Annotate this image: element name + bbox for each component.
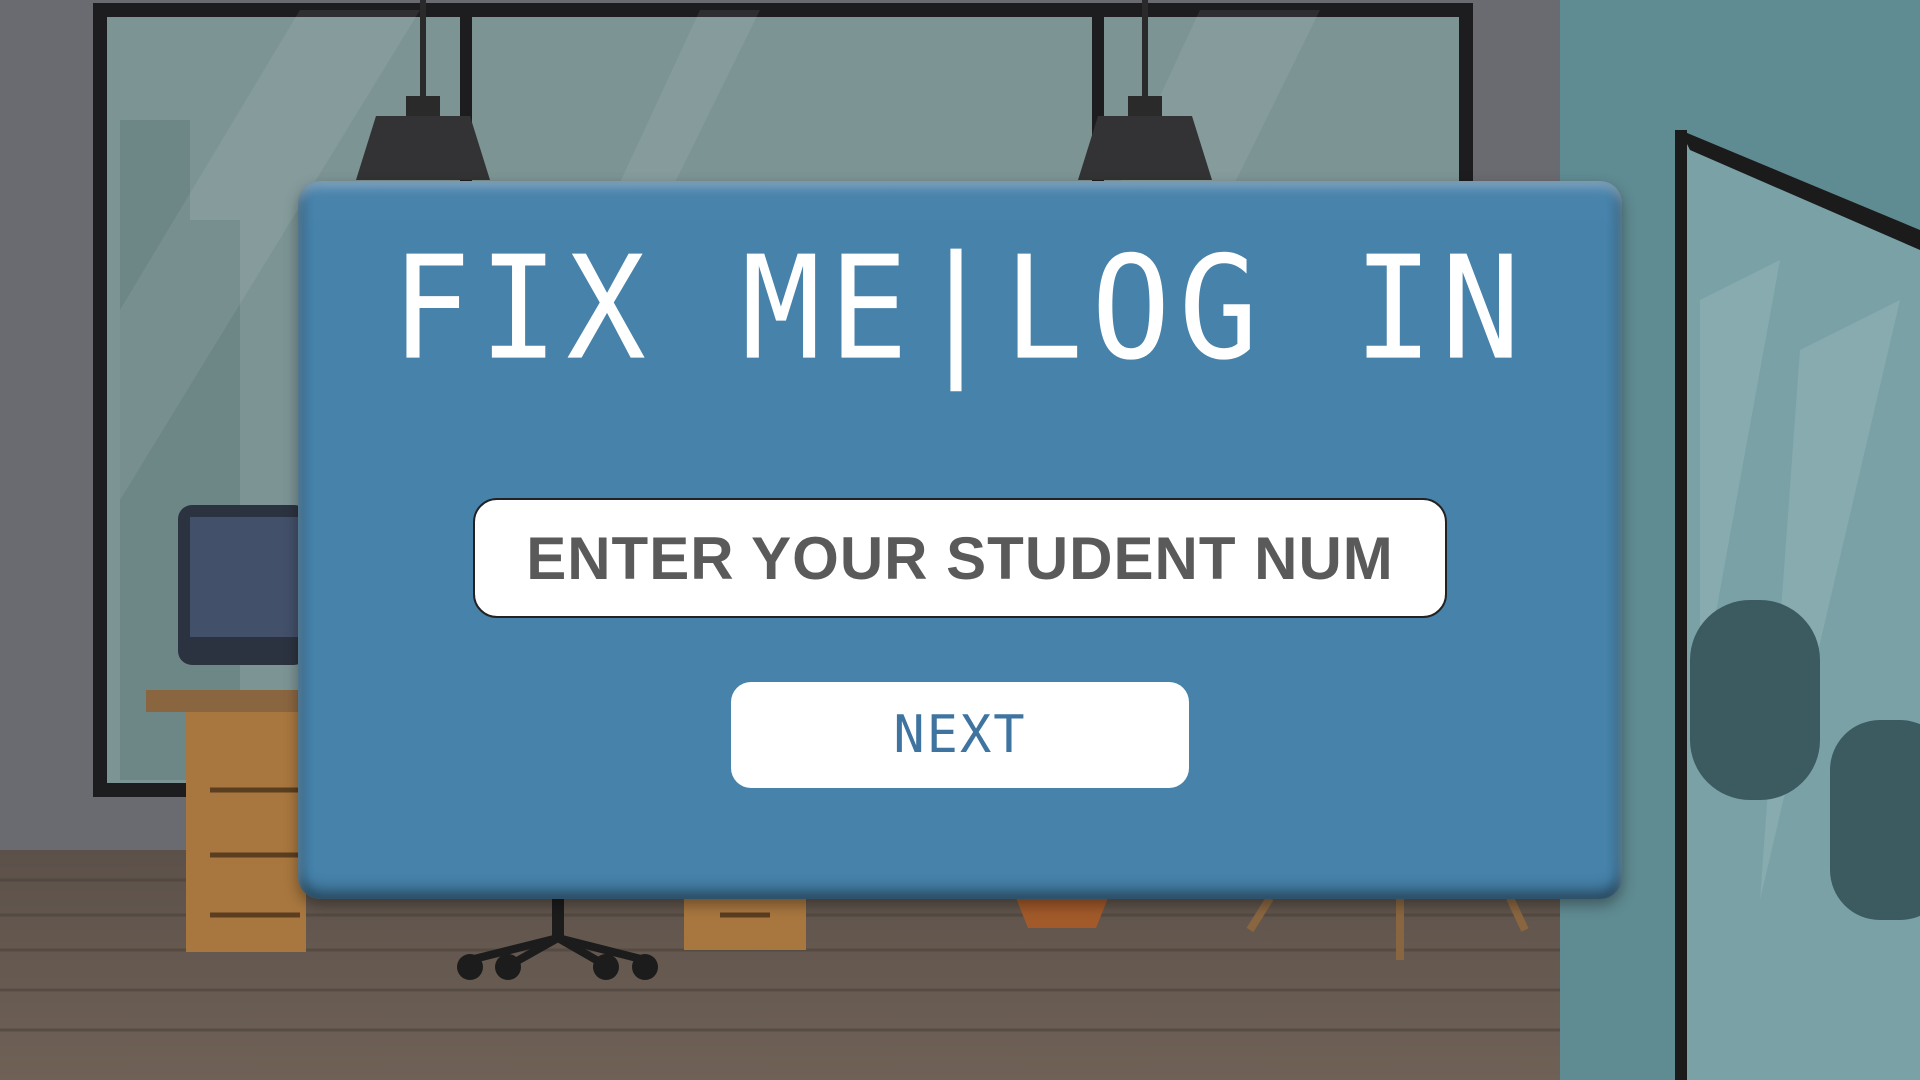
next-button[interactable]: NEXT (731, 682, 1189, 788)
page-title: FIX ME|LOG IN (391, 225, 1529, 393)
login-panel: FIX ME|LOG IN NEXT (298, 181, 1622, 899)
student-number-input[interactable] (473, 498, 1447, 618)
